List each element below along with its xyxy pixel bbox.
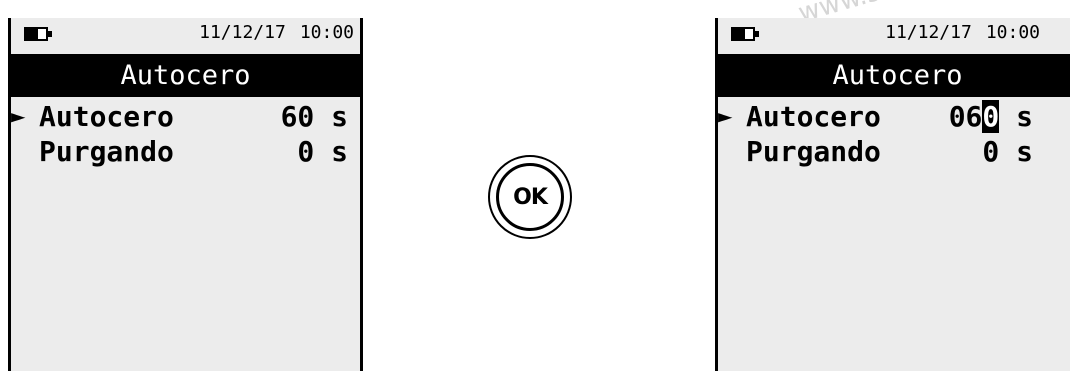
- ok-button-label: OK: [513, 184, 548, 210]
- battery-fill: [733, 29, 745, 39]
- value-unit: s: [331, 100, 348, 133]
- battery-tip: [48, 31, 52, 37]
- menu-item-label: Purgando: [39, 135, 174, 168]
- screen-title: Autocero: [11, 54, 360, 97]
- menu-item-value: 0 s: [982, 134, 1033, 169]
- value-unit: s: [331, 135, 348, 168]
- selection-cursor-icon: ►: [11, 102, 26, 130]
- value-number: 0: [297, 135, 315, 168]
- device-screen-right: 11/12/17 10:00 Autocero ► Autocero 060 s …: [715, 18, 1070, 371]
- battery-icon: [24, 27, 52, 41]
- time-text: 10:00: [299, 22, 354, 43]
- value-number-prefix: 06: [948, 100, 983, 133]
- status-bar: 11/12/17 10:00: [718, 18, 1070, 54]
- battery-tip: [755, 31, 759, 37]
- menu-item-label: Autocero: [39, 100, 174, 133]
- value-unit: s: [1016, 100, 1033, 133]
- value-number: 60: [280, 100, 315, 133]
- device-screen-left: 11/12/17 10:00 Autocero ► Autocero 60 s P…: [8, 18, 363, 371]
- selection-cursor-icon: ►: [718, 102, 733, 130]
- value-number: 0: [982, 135, 1000, 168]
- menu-item-purgando[interactable]: Purgando 0 s: [11, 134, 360, 169]
- ok-button[interactable]: OK: [488, 155, 572, 239]
- time-text: 10:00: [985, 22, 1040, 43]
- value-unit: s: [1016, 135, 1033, 168]
- status-bar: 11/12/17 10:00: [11, 18, 360, 54]
- battery-icon: [731, 27, 759, 41]
- menu-item-label: Autocero: [746, 100, 881, 133]
- battery-fill: [26, 29, 38, 39]
- datetime: 11/12/17 10:00: [199, 22, 354, 43]
- datetime: 11/12/17 10:00: [885, 22, 1040, 43]
- date-text: 11/12/17: [199, 22, 286, 43]
- menu-item-autocero[interactable]: ► Autocero 060 s: [718, 99, 1070, 134]
- menu-item-value: 060 s: [949, 99, 1033, 134]
- menu-item-value: 0 s: [297, 134, 348, 169]
- editing-digit-cursor[interactable]: 0: [982, 100, 1000, 133]
- menu-item-label: Purgando: [746, 135, 881, 168]
- screen-title: Autocero: [718, 54, 1070, 97]
- menu-list: ► Autocero 060 s Purgando 0 s: [718, 97, 1070, 169]
- ok-button-inner-ring: OK: [496, 163, 564, 231]
- date-text: 11/12/17: [885, 22, 972, 43]
- menu-item-autocero[interactable]: ► Autocero 60 s: [11, 99, 360, 134]
- menu-list: ► Autocero 60 s Purgando 0 s: [11, 97, 360, 169]
- menu-item-value: 60 s: [281, 99, 348, 134]
- menu-item-purgando[interactable]: Purgando 0 s: [718, 134, 1070, 169]
